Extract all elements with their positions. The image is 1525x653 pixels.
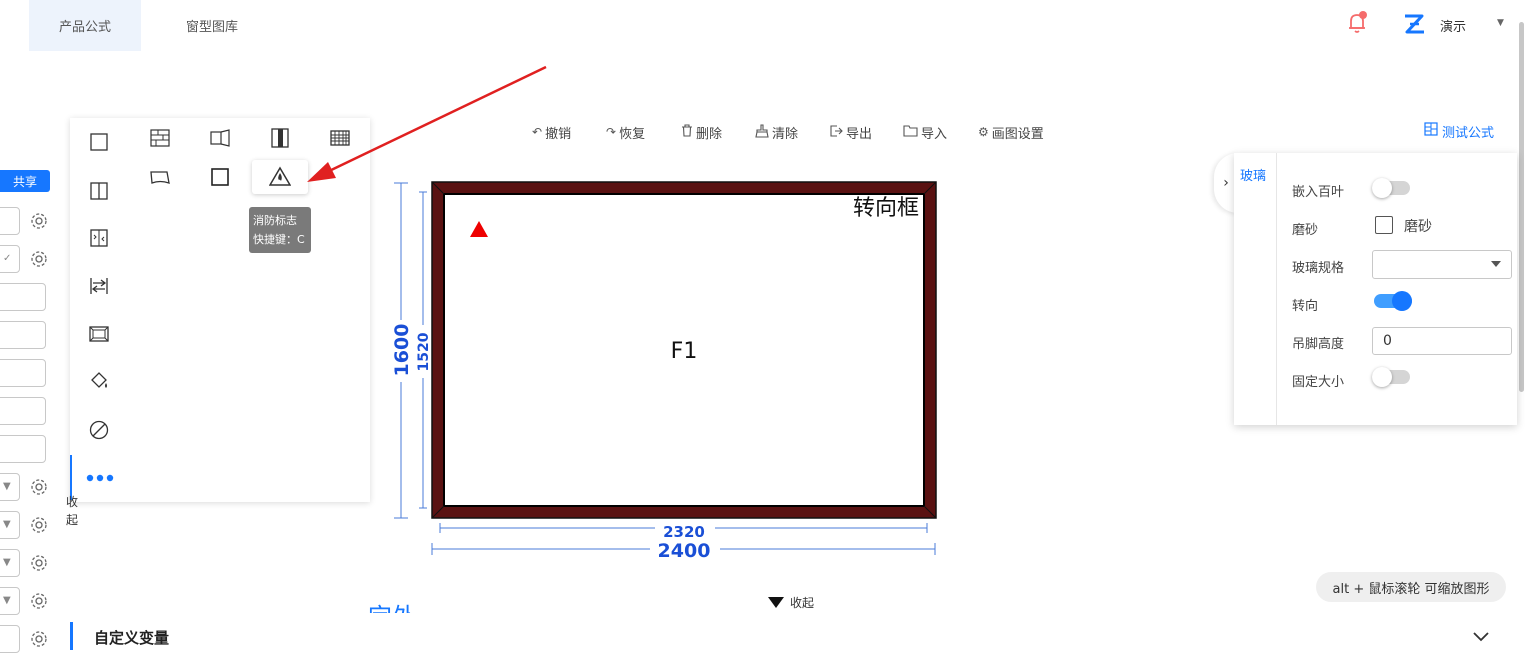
zoom-hint: alt + 鼠标滚轮 可缩放图形 [1316, 572, 1506, 602]
triangle-down-icon [768, 596, 784, 608]
chevron-right-icon: › [1223, 175, 1229, 191]
frosted-checkbox[interactable] [1375, 216, 1393, 234]
canvas-collapse-button[interactable]: 收起 [768, 594, 814, 610]
hang-height-label: 吊脚高度 [1292, 337, 1345, 352]
tab-glass[interactable]: 玻璃 [1240, 165, 1266, 184]
props-divider [1276, 153, 1277, 425]
fixed-size-label: 固定大小 [1292, 375, 1345, 390]
chevron-down-icon[interactable] [1472, 628, 1490, 642]
dim-inner-width: 2320 [663, 523, 705, 541]
frame-label: 转向框 [853, 196, 919, 221]
frosted-label: 磨砂 [1292, 223, 1319, 238]
section-title: 自定义变量 [94, 629, 170, 647]
fixed-size-toggle[interactable] [1372, 367, 1410, 387]
caret-down-icon [1491, 261, 1501, 267]
glass-spec-select[interactable] [1372, 250, 1512, 279]
embed-louver-toggle[interactable] [1372, 178, 1410, 198]
glass-spec-label: 玻璃规格 [1292, 261, 1345, 276]
turn-toggle[interactable] [1374, 291, 1412, 311]
frosted-checkbox-label[interactable]: 磨砂 [1404, 216, 1432, 236]
partial-heading: 定外 [368, 597, 416, 613]
dim-outer-height: 1600 [391, 324, 413, 377]
custom-variables-section[interactable]: 自定义变量 [70, 622, 1510, 653]
embed-louver-label: 嵌入百叶 [1292, 185, 1345, 200]
sash-label: F1 [671, 339, 698, 364]
hang-height-input[interactable]: 0 [1372, 327, 1512, 355]
annotation-arrow [307, 65, 547, 182]
turn-label: 转向 [1292, 299, 1319, 314]
dim-outer-width: 2400 [658, 540, 711, 562]
section-accent-bar [70, 622, 73, 650]
dim-inner-height: 1520 [416, 332, 432, 371]
